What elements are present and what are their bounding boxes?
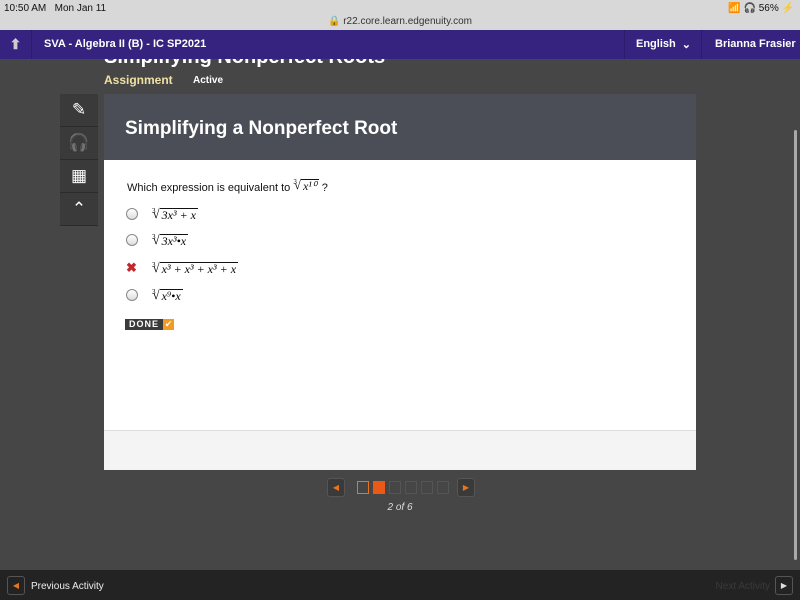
page-6[interactable] [437, 481, 449, 494]
radio-button[interactable] [126, 234, 138, 246]
page-2[interactable] [373, 481, 385, 494]
radio-button[interactable] [126, 208, 138, 220]
collapse-tool-button[interactable]: ⌃ [60, 193, 98, 226]
question-card: Simplifying a Nonperfect Root Which expr… [104, 94, 696, 470]
page-5[interactable] [421, 481, 433, 494]
status-time: 10:50 AM Mon Jan 11 [4, 3, 107, 14]
lesson-type: Assignment [104, 73, 173, 87]
answer-option[interactable]: 3 √ 3x³•x [126, 232, 189, 248]
check-icon: ✔ [163, 319, 175, 330]
card-footer [104, 430, 696, 470]
home-icon: ⬆ [9, 36, 22, 52]
done-button[interactable]: DONE ✔ [125, 319, 175, 330]
answer-option[interactable]: 3 √ x⁹•x [126, 287, 183, 303]
prev-question-button[interactable]: ◀ [327, 478, 345, 497]
question-pager: ◀ ▶ [327, 478, 475, 497]
home-button[interactable]: ⬆ [0, 30, 32, 59]
tool-panel: ✎ 🎧 ▦ ⌃ [60, 94, 98, 226]
page-count: 2 of 6 [387, 502, 413, 513]
next-activity-button: ▶ [775, 576, 793, 595]
card-title: Simplifying a Nonperfect Root [104, 94, 696, 160]
incorrect-x-icon: ✖ [126, 260, 137, 275]
radio-button[interactable] [126, 289, 138, 301]
headphones-icon: 🎧 [68, 133, 90, 152]
calculator-tool-button[interactable]: ▦ [60, 160, 98, 193]
top-nav: ⬆ SVA - Algebra II (B) - IC SP2021 Engli… [0, 30, 800, 59]
scrollbar[interactable] [794, 130, 797, 560]
status-bar: 10:50 AM Mon Jan 11 🔒 r22.core.learn.edg… [0, 0, 800, 30]
calculator-icon: ▦ [70, 166, 88, 185]
pencil-icon: ✎ [71, 100, 87, 119]
pencil-tool-button[interactable]: ✎ [60, 94, 98, 127]
chevron-up-icon: ⌃ [71, 199, 87, 218]
language-select[interactable]: English ⌄ [624, 30, 702, 59]
next-question-button[interactable]: ▶ [457, 478, 475, 497]
page-1[interactable] [357, 481, 369, 494]
page-4[interactable] [405, 481, 417, 494]
user-name[interactable]: Brianna Frasier [715, 38, 796, 50]
answer-option[interactable]: 3 √ 3x³ + x [126, 206, 198, 222]
answer-option-incorrect[interactable]: ✖ 3 √ x³ + x³ + x³ + x [126, 260, 239, 276]
previous-activity-button[interactable]: ◀ [7, 576, 25, 595]
page-3[interactable] [389, 481, 401, 494]
activity-footer: ◀ Previous Activity Next Activity ▶ [0, 570, 800, 600]
status-icons: 📶 🎧 56% ⚡ [728, 3, 794, 14]
course-title[interactable]: SVA - Algebra II (B) - IC SP2021 [44, 38, 206, 50]
url-bar[interactable]: 🔒 r22.core.learn.edgenuity.com [0, 16, 800, 27]
next-activity-label: Next Activity [715, 581, 770, 592]
language-label: English [636, 38, 676, 50]
lesson-state: Active [193, 75, 224, 86]
question-text: Which expression is equivalent to 3 √ x¹⁰ … [127, 177, 328, 194]
audio-tool-button[interactable]: 🎧 [60, 127, 98, 160]
chevron-down-icon: ⌄ [681, 39, 691, 51]
previous-activity-label[interactable]: Previous Activity [31, 581, 104, 592]
question-expression: 3 √ x¹⁰ [293, 177, 319, 193]
